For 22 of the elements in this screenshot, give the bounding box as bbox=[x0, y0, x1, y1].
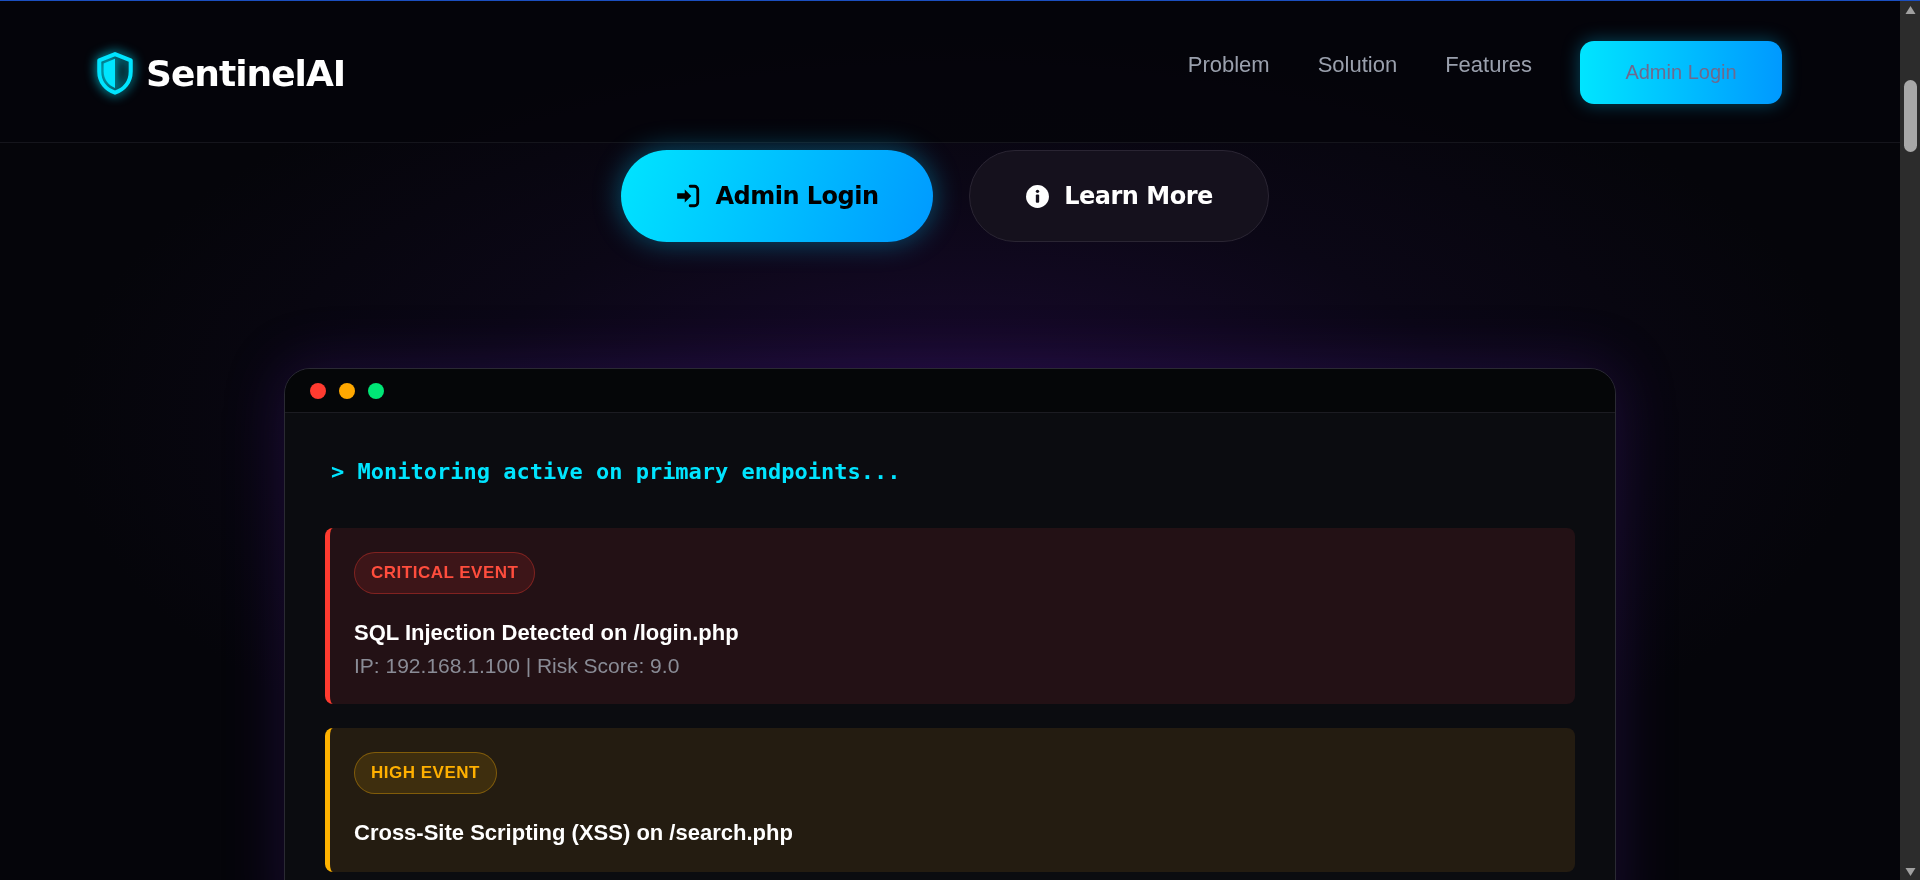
sign-in-icon bbox=[675, 183, 702, 209]
scrollbar-thumb[interactable] bbox=[1903, 80, 1917, 152]
shield-logo-icon bbox=[96, 51, 134, 95]
scrollbar[interactable] bbox=[1900, 1, 1920, 880]
admin-login-button[interactable]: Admin Login bbox=[621, 150, 933, 242]
maximize-dot-icon[interactable] bbox=[368, 382, 384, 399]
scroll-up-icon[interactable] bbox=[1904, 6, 1916, 14]
info-icon bbox=[1025, 183, 1051, 209]
close-dot-icon[interactable] bbox=[310, 382, 326, 399]
minimize-dot-icon[interactable] bbox=[339, 382, 355, 399]
scroll-down-icon[interactable] bbox=[1904, 868, 1916, 876]
event-title: SQL Injection Detected on /login.php bbox=[354, 620, 739, 646]
event-title: Cross-Site Scripting (XSS) on /search.php bbox=[354, 820, 793, 846]
brand-name[interactable]: SentinelAI bbox=[146, 52, 346, 94]
severity-badge: CRITICAL EVENT bbox=[354, 552, 536, 594]
nav-link[interactable]: Features bbox=[1445, 51, 1532, 78]
event-details: IP: 192.168.1.100 | Risk Score: 9.0 bbox=[354, 654, 680, 678]
learn-more-button[interactable]: Learn More bbox=[969, 150, 1269, 242]
severity-badge: HIGH EVENT bbox=[354, 752, 497, 794]
nav-link[interactable]: Problem bbox=[1187, 51, 1270, 78]
terminal-prompt: > Monitoring active on primary endpoints... bbox=[331, 459, 902, 484]
nav-link[interactable]: Solution bbox=[1317, 51, 1398, 78]
